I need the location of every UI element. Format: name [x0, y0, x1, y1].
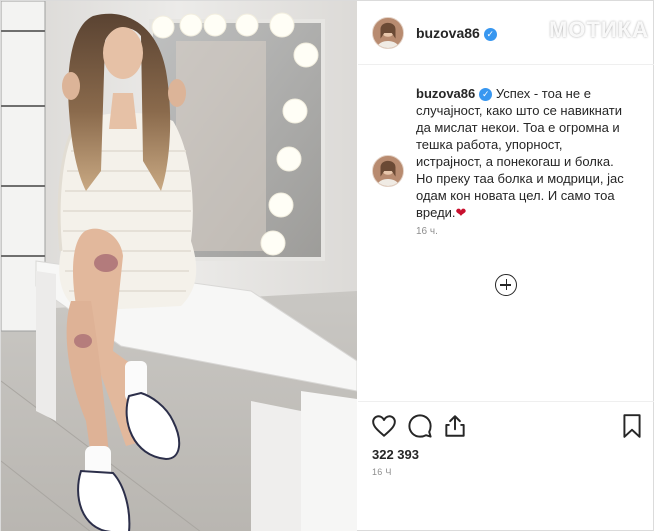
watermark: МОТИКА [548, 17, 649, 42]
photo-illustration [1, 1, 357, 531]
post-timestamp: 16 Ч [372, 467, 392, 477]
caption-timestamp: 16 ч. [416, 226, 438, 237]
bookmark-icon[interactable] [619, 413, 645, 439]
post-photo[interactable] [1, 1, 357, 531]
avatar-image [373, 156, 403, 186]
likes-count[interactable]: 322 393 [372, 447, 419, 462]
post-details: buzova86 ✓ МОТИКА buzova86 ✓ Успех - тоа н… [358, 1, 654, 531]
verified-badge-icon: ✓ [483, 28, 497, 41]
avatar-image [373, 18, 403, 48]
avatar[interactable] [372, 155, 404, 187]
action-bar [358, 401, 654, 531]
post-header: buzova86 ✓ МОТИКА [358, 1, 654, 65]
comment-icon[interactable] [407, 413, 433, 439]
heart-icon[interactable] [371, 413, 397, 439]
share-icon[interactable] [442, 413, 468, 439]
header-username[interactable]: buzova86 ✓ [416, 25, 497, 41]
caption-text: Успех - тоа не е случајност, како што се… [416, 86, 624, 220]
username-link[interactable]: buzova86 [416, 25, 480, 41]
caption-username[interactable]: buzova86 [416, 86, 475, 101]
instagram-post: buzova86 ✓ МОТИКА buzova86 ✓ Успех - тоа н… [0, 0, 654, 531]
red-heart-emoji: ❤ [455, 205, 467, 220]
caption: buzova86 ✓ Успех - тоа не е случајност, к… [416, 85, 630, 221]
avatar[interactable] [372, 17, 404, 49]
verified-badge-icon: ✓ [479, 88, 493, 101]
load-more-comments-button[interactable] [495, 274, 517, 296]
